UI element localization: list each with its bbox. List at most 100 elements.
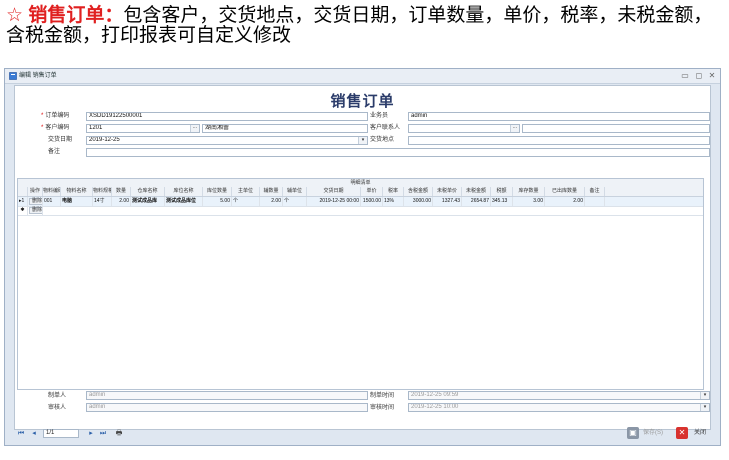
column-header[interactable]: 未税金额 — [462, 187, 491, 196]
delivery-place-field[interactable] — [408, 136, 710, 145]
window-icon — [9, 72, 17, 80]
prev-page-icon[interactable]: ◂ — [30, 429, 38, 438]
salesman-label: 业务员 — [370, 113, 389, 119]
restore-icon[interactable]: ◻ — [694, 71, 704, 81]
grid-cell-out-qty[interactable]: 2.00 — [545, 197, 585, 206]
salesman-field[interactable]: admin — [408, 112, 710, 121]
column-header[interactable]: 物料编码 — [43, 187, 61, 196]
column-header[interactable]: 库位名称 — [165, 187, 203, 196]
next-page-icon[interactable]: ▸ — [87, 429, 95, 438]
operation-cell: 删除 — [28, 206, 43, 215]
caption-keyword: 销售订单： — [28, 5, 124, 26]
auditor-field: admin — [86, 403, 368, 412]
window-title: 编辑 销售订单 — [19, 73, 57, 79]
creator-label: 制单人 — [48, 393, 67, 399]
delivery-date-field[interactable]: 2019-12-25 ▾ — [86, 136, 368, 145]
remark-field[interactable] — [86, 148, 710, 157]
grid-cell-loc-qty[interactable]: 5.00 — [203, 197, 232, 206]
column-header[interactable]: 数量 — [112, 187, 131, 196]
grid-cell-tax[interactable]: 345.13 — [491, 197, 513, 206]
page-input[interactable]: 1/1 — [43, 429, 79, 438]
grid-cell-spec[interactable]: 14寸 — [93, 197, 112, 206]
minimize-icon[interactable]: ▭ — [680, 71, 690, 81]
column-header[interactable]: 税额 — [491, 187, 513, 196]
edit-window: 编辑 销售订单 ▭ ◻ ✕ 销售订单 * 订单编码 XSDD19122500001… — [4, 68, 721, 446]
close-window-icon[interactable]: ✕ — [707, 71, 717, 81]
grid-cell-warehouse[interactable]: 测试成品库 — [131, 197, 165, 206]
print-icon[interactable]: 🖶 — [113, 429, 125, 438]
create-time-field: 2019-12-25 09:59 ▾ — [408, 391, 710, 400]
audit-time-label: 审核时间 — [370, 405, 395, 411]
column-header[interactable]: 已出库数量 — [545, 187, 585, 196]
row-indicator-header — [18, 187, 28, 196]
delete-button[interactable]: 删除 — [29, 207, 42, 214]
delivery-place-label: 交货地点 — [370, 137, 395, 143]
column-header[interactable]: 交货日期 — [307, 187, 361, 196]
auditor-label: 审核人 — [48, 405, 67, 411]
column-header[interactable]: 主单位 — [232, 187, 260, 196]
column-header[interactable]: 备注 — [585, 187, 605, 196]
column-header[interactable]: 物料名称 — [61, 187, 93, 196]
chevron-down-icon[interactable]: ▾ — [358, 137, 367, 144]
grid-cell-aux-unit[interactable]: 个 — [283, 197, 307, 206]
column-header[interactable]: 辅数量 — [260, 187, 283, 196]
chevron-down-icon: ▾ — [700, 392, 709, 399]
delete-button[interactable]: 删除 — [29, 198, 42, 205]
lookup-button[interactable]: ⋯ — [510, 125, 519, 132]
detail-grid: 明细清单 操作物料编码物料名称物料规格数量仓库名称库位名称库位数量主单位辅数量辅… — [17, 178, 704, 390]
star-icon: ☆ — [6, 5, 24, 26]
order-no-label: * 订单编码 — [41, 113, 70, 119]
column-header[interactable]: 税率 — [383, 187, 404, 196]
grid-cell-aux-qty[interactable]: 2.00 — [260, 197, 283, 206]
close-button[interactable]: ✕ 关闭 — [676, 427, 716, 441]
column-header[interactable]: 辅单位 — [283, 187, 307, 196]
first-page-icon[interactable]: ⏮ — [17, 429, 25, 438]
customer-code-label: * 客户编码 — [41, 125, 70, 131]
remark-label: 备注 — [48, 149, 61, 155]
grid-cell-price-notax[interactable]: 1327.43 — [433, 197, 462, 206]
save-button[interactable]: ▣ 保存(S) — [627, 427, 671, 441]
operation-cell: 删除 — [28, 197, 43, 206]
order-no-field[interactable]: XSDD19122500001 — [86, 112, 368, 121]
grid-cell-remark[interactable] — [585, 197, 605, 206]
column-header[interactable]: 库位数量 — [203, 187, 232, 196]
title-bar: 编辑 销售订单 ▭ ◻ ✕ — [5, 69, 720, 84]
contact-label: 客户联系人 — [370, 125, 401, 131]
column-header[interactable]: 操作 — [28, 187, 43, 196]
grid-cell-stock[interactable]: 3.00 — [513, 197, 545, 206]
grid-cell-tax-rate[interactable]: 13% — [383, 197, 404, 206]
last-page-icon[interactable]: ⏭ — [99, 429, 107, 438]
customer-name-field: 湖南湘蕾 — [202, 124, 368, 133]
column-header[interactable]: 含税金额 — [404, 187, 433, 196]
save-icon: ▣ — [627, 427, 639, 439]
create-time-label: 制单时间 — [370, 393, 395, 399]
grid-cell-location[interactable]: 测试成品库位 — [165, 197, 203, 206]
grid-cell-amount-tax[interactable]: 3000.00 — [404, 197, 433, 206]
grid-cell-date[interactable]: 2019-12-25 00:00 — [307, 197, 361, 206]
grid-cell-material-name[interactable]: 电脑 — [61, 197, 93, 206]
column-header[interactable]: 物料规格 — [93, 187, 112, 196]
grid-cell-unit[interactable]: 个 — [232, 197, 260, 206]
column-header[interactable]: 仓库名称 — [131, 187, 165, 196]
grid-cell-material-code[interactable]: 001 — [43, 197, 61, 206]
delivery-date-label: 交货日期 — [48, 137, 73, 143]
customer-code-field[interactable]: 1201 ⋯ — [86, 124, 200, 133]
caption-text: ☆ 销售订单：包含客户，交货地点，交货日期，订单数量，单价，税率，未税金额，含税… — [6, 6, 724, 46]
contact-field[interactable]: ⋯ — [408, 124, 520, 133]
close-icon: ✕ — [676, 427, 688, 439]
table-row-new[interactable]: ✱ 删除 — [18, 206, 703, 216]
column-header[interactable]: 未税单价 — [433, 187, 462, 196]
column-header[interactable]: 库存数量 — [513, 187, 545, 196]
column-header[interactable]: 单价 — [361, 187, 383, 196]
grid-cell-price[interactable]: 1500.00 — [361, 197, 383, 206]
chevron-down-icon: ▾ — [700, 404, 709, 411]
row-indicator: ▸1 — [18, 197, 28, 206]
grid-cell-qty[interactable]: 2.00 — [112, 197, 131, 206]
grid-cell-amount-notax[interactable]: 2654.87 — [462, 197, 491, 206]
bottom-toolbar: ⏮ ◂ 1/1 ▸ ⏭ 🖶 ▣ 保存(S) ✕ 关闭 — [5, 423, 720, 445]
creator-field: admin — [86, 391, 368, 400]
contact-detail-field — [522, 124, 710, 133]
grid-header: 操作物料编码物料名称物料规格数量仓库名称库位名称库位数量主单位辅数量辅单位交货日… — [18, 187, 703, 197]
new-row-indicator: ✱ — [18, 206, 28, 215]
lookup-button[interactable]: ⋯ — [190, 125, 199, 132]
